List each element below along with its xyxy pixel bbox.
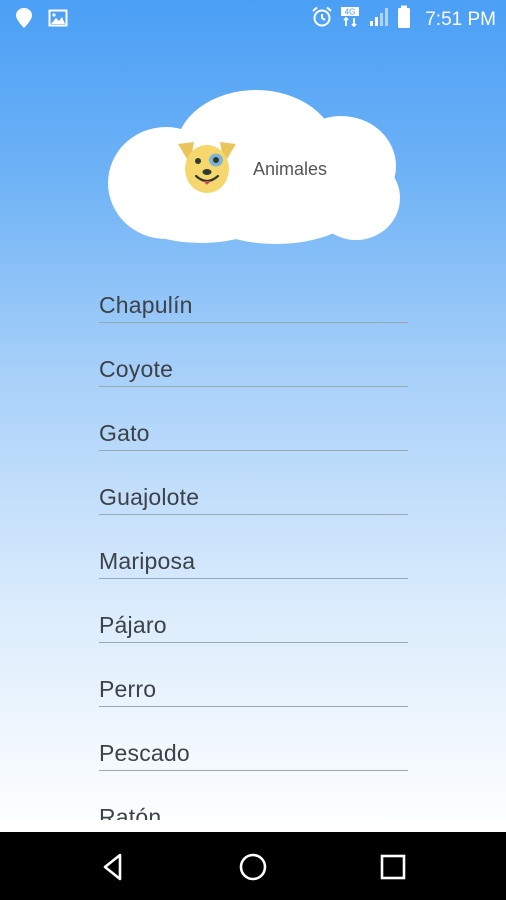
list-item[interactable]: Chapulín	[99, 280, 408, 344]
animal-list: Chapulín Coyote Gato Guajolote Mariposa …	[99, 280, 408, 820]
dog-face-icon	[174, 138, 240, 198]
list-item[interactable]: Gato	[99, 408, 408, 472]
list-item-label: Ratón	[99, 804, 162, 820]
list-item-label: Pescado	[99, 740, 190, 766]
app-screen: 4G 7:51 PM Animales Chapulín Coyote Gato…	[0, 0, 506, 900]
location-icon	[14, 7, 34, 34]
divider	[99, 450, 408, 451]
list-item-label: Mariposa	[99, 548, 196, 574]
navigation-bar	[0, 832, 506, 900]
network-4g-icon: 4G	[341, 6, 361, 33]
signal-icon	[369, 6, 389, 33]
battery-icon	[397, 5, 411, 34]
category-title: Animales	[253, 159, 328, 179]
list-item-label: Gato	[99, 420, 150, 446]
list-item[interactable]: Ratón	[99, 792, 408, 820]
list-item-label: Pájaro	[99, 612, 167, 638]
divider	[99, 322, 408, 323]
list-item[interactable]: Coyote	[99, 344, 408, 408]
divider	[99, 578, 408, 579]
list-item-label: Coyote	[99, 356, 174, 382]
status-bar: 4G 7:51 PM	[0, 0, 506, 35]
image-icon	[48, 8, 68, 33]
divider	[99, 642, 408, 643]
list-item[interactable]: Guajolote	[99, 472, 408, 536]
category-header-cloud[interactable]: Animales	[106, 88, 402, 248]
divider	[99, 706, 408, 707]
network-label: 4G	[345, 8, 356, 17]
list-item[interactable]: Perro	[99, 664, 408, 728]
list-item[interactable]: Mariposa	[99, 536, 408, 600]
status-time: 7:51 PM	[425, 8, 496, 30]
list-item-label: Guajolote	[99, 484, 200, 510]
list-item[interactable]: Pescado	[99, 728, 408, 792]
divider	[99, 386, 408, 387]
alarm-icon	[311, 6, 333, 33]
list-item-label: Chapulín	[99, 292, 193, 318]
home-icon[interactable]	[236, 850, 270, 884]
divider	[99, 514, 408, 515]
back-icon[interactable]	[96, 850, 130, 884]
recents-icon[interactable]	[376, 850, 410, 884]
list-item-label: Perro	[99, 676, 157, 702]
list-item[interactable]: Pájaro	[99, 600, 408, 664]
divider	[99, 770, 408, 771]
